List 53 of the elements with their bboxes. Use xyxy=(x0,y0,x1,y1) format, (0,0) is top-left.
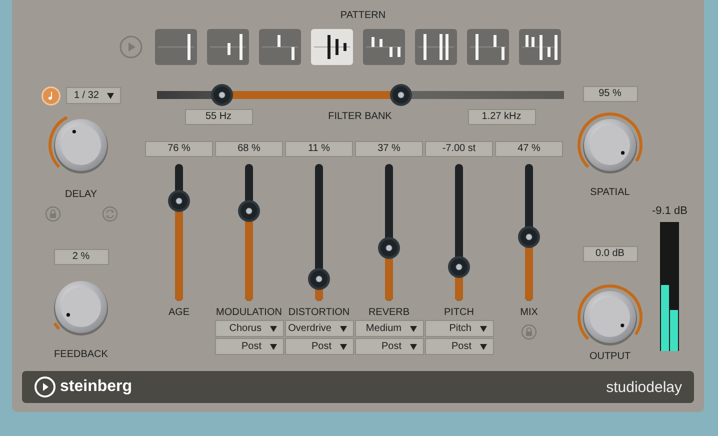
value-field[interactable]: 76 % xyxy=(145,141,213,157)
value-field[interactable]: 68 % xyxy=(215,141,283,157)
fader[interactable] xyxy=(308,164,330,301)
brand-name: steinberg xyxy=(60,378,132,396)
fader[interactable] xyxy=(168,164,190,301)
fader[interactable] xyxy=(238,164,260,301)
control-label: AGE xyxy=(168,307,190,319)
control-label: DISTORTION xyxy=(288,307,350,319)
control-label: SPATIAL xyxy=(590,187,630,199)
caret-icon xyxy=(340,326,346,332)
value-field[interactable]: -7.00 st xyxy=(425,141,493,157)
play-circle-icon xyxy=(34,376,56,398)
control-label: FEEDBACK xyxy=(54,349,108,361)
value-field[interactable]: 1.27 kHz xyxy=(468,109,536,125)
dropdown[interactable]: Medium xyxy=(354,320,424,337)
caret-icon xyxy=(270,326,276,332)
value-field[interactable]: 2 % xyxy=(54,249,108,265)
meter-reading: -9.1 dB xyxy=(652,205,688,218)
dropdown[interactable]: 1 / 32 xyxy=(66,87,121,104)
note-icon[interactable] xyxy=(43,88,59,104)
control-label: OUTPUT xyxy=(589,351,631,363)
value-field[interactable]: 37 % xyxy=(355,141,423,157)
caret-icon xyxy=(270,344,276,350)
control-label: PITCH xyxy=(444,307,474,319)
dropdown[interactable]: Post xyxy=(284,338,354,355)
dropdown[interactable]: Overdrive xyxy=(284,320,354,337)
value-field[interactable]: 55 Hz xyxy=(184,109,252,125)
caret-icon xyxy=(480,344,486,350)
fader[interactable] xyxy=(518,164,540,301)
caret-icon xyxy=(107,92,114,98)
pattern-button[interactable] xyxy=(311,29,353,65)
value-field[interactable]: 47 % xyxy=(495,141,563,157)
fader[interactable] xyxy=(378,164,400,301)
control-label: MIX xyxy=(520,307,538,319)
dropdown[interactable]: Post xyxy=(214,338,284,355)
control-label: DELAY xyxy=(64,189,98,201)
value-field[interactable]: 11 % xyxy=(285,141,353,157)
product-name: studiodelay xyxy=(606,378,682,396)
caret-icon xyxy=(340,344,346,350)
section-title: PATTERN xyxy=(340,10,386,22)
fader[interactable] xyxy=(448,164,470,301)
control-label: REVERB xyxy=(368,307,410,319)
value-field[interactable]: 0.0 dB xyxy=(582,246,638,262)
dropdown[interactable]: Post xyxy=(354,338,424,355)
dropdown[interactable]: Post xyxy=(424,338,494,355)
dropdown[interactable]: Pitch xyxy=(424,320,494,337)
caret-icon xyxy=(410,326,416,332)
value-field[interactable]: 95 % xyxy=(582,86,638,102)
caret-icon xyxy=(480,326,486,332)
control-label: FILTER BANK xyxy=(328,111,392,123)
caret-icon xyxy=(410,344,416,350)
control-label: MODULATION xyxy=(216,307,282,319)
dropdown[interactable]: Chorus xyxy=(214,320,284,337)
